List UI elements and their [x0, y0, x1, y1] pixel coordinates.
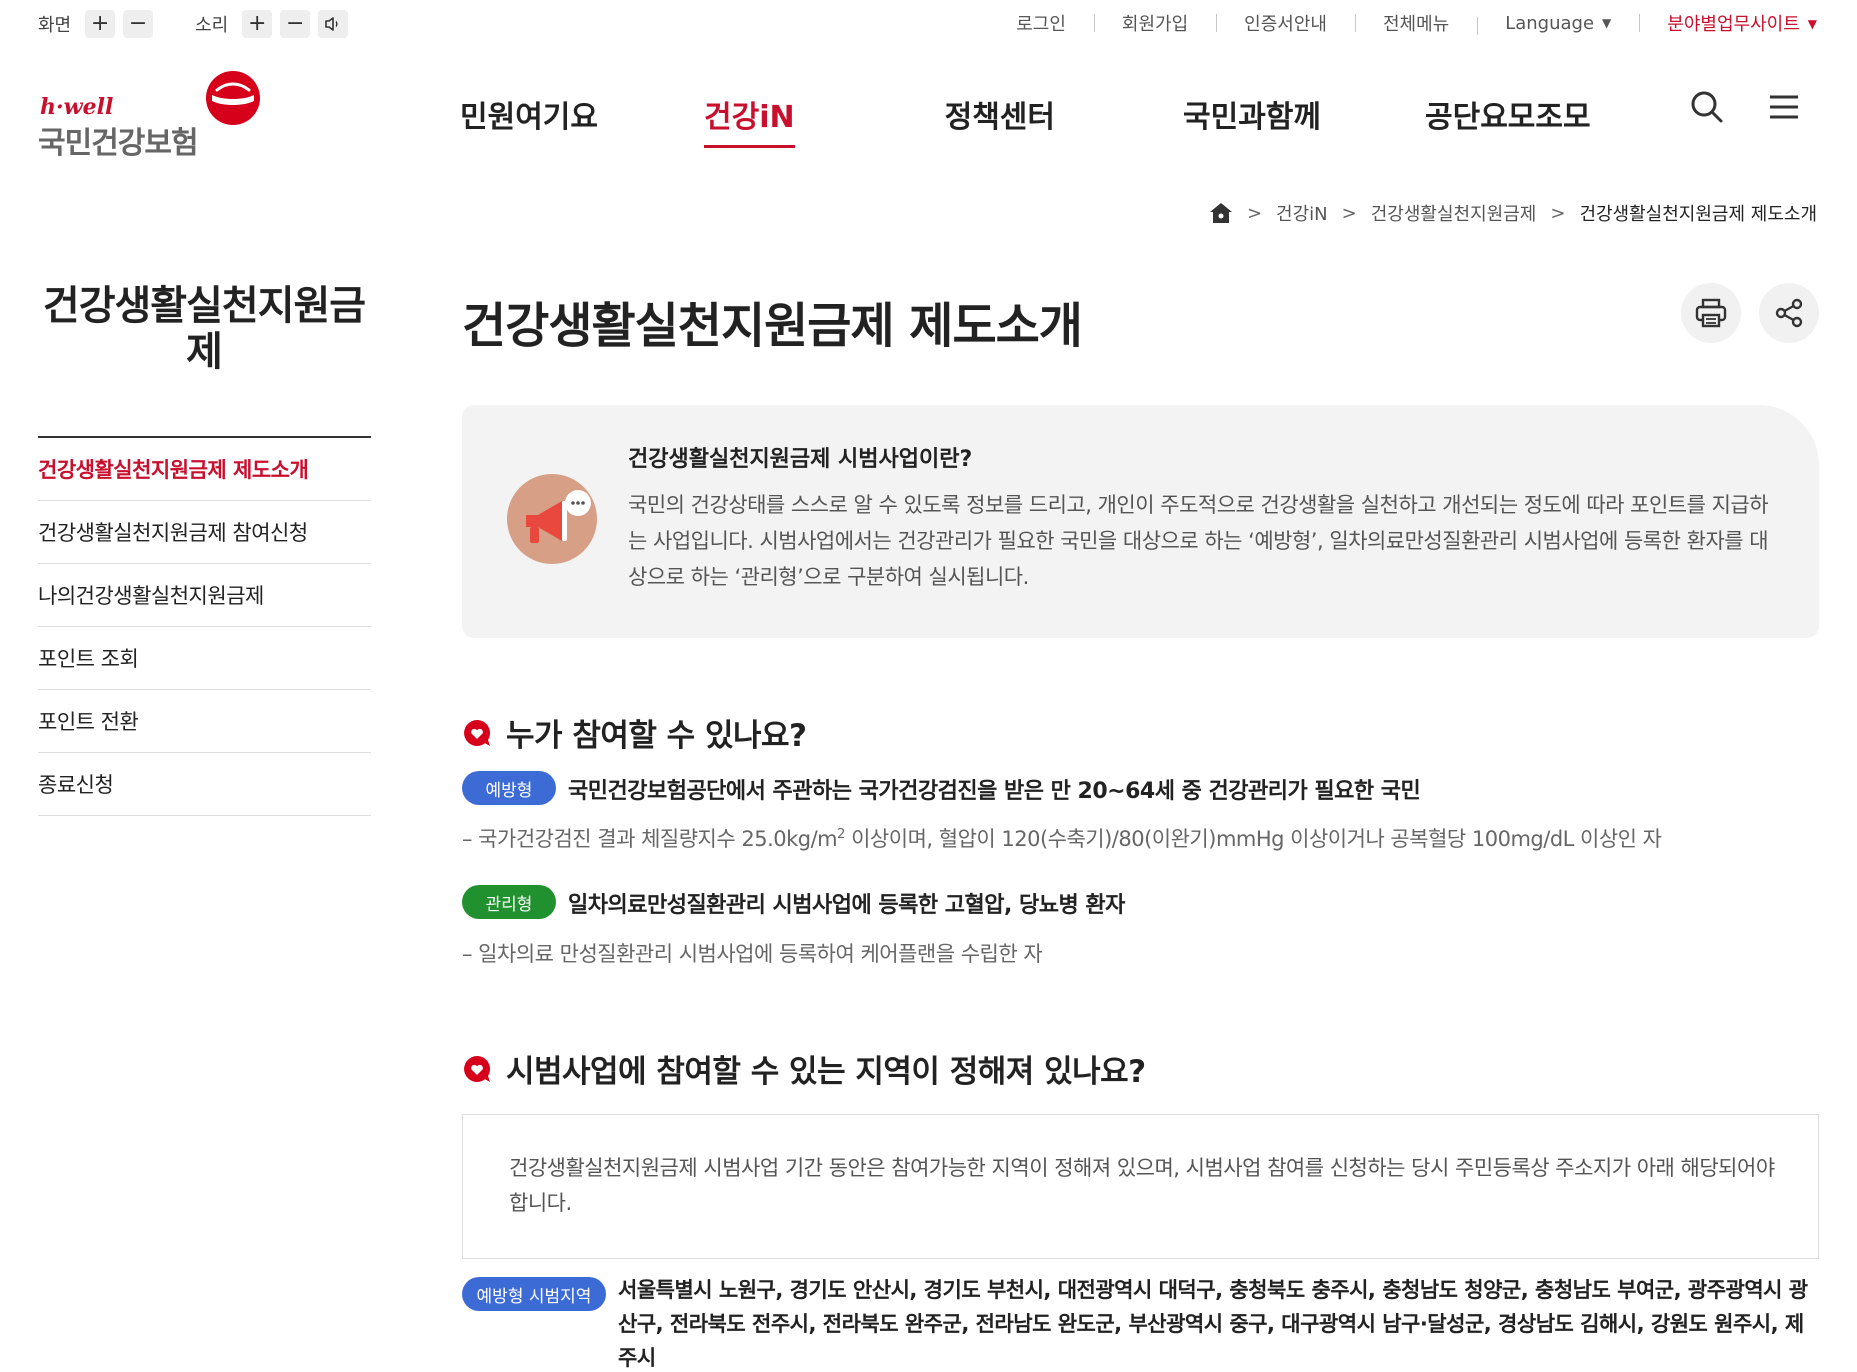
- breadcrumb: > 건강iN > 건강생활실천지원금제 > 건강생활실천지원금제 제도소개: [1209, 200, 1817, 226]
- sound-label: 소리: [195, 15, 229, 36]
- gnb-health-in[interactable]: 건강iN: [704, 92, 795, 148]
- intro-title: 건강생활실천지원금제 시범사업이란?: [628, 447, 973, 472]
- badge-prevention-type: 예방형: [462, 771, 556, 805]
- sitemap-link[interactable]: 전체메뉴: [1354, 10, 1477, 36]
- screen-zoom-group: 화면 + −: [38, 10, 161, 38]
- speech-heart-icon: [464, 719, 491, 746]
- prevention-type-heading: 국민건강보험공단에서 주관하는 국가건강검진을 받은 만 20~64세 중 건강…: [568, 779, 1421, 804]
- nhis-logo[interactable]: h·well 국민건강보험: [38, 68, 268, 161]
- screen-zoom-out-button[interactable]: −: [123, 10, 154, 38]
- signup-link[interactable]: 회원가입: [1093, 10, 1216, 36]
- page-title: 건강생활실천지원금제 제도소개: [462, 298, 1083, 354]
- prevention-type-description: – 국가건강검진 결과 체질량지수 25.0kg/m2 이상이며, 혈압이 12…: [462, 823, 1662, 853]
- sidebar-item-point-conversion[interactable]: 포인트 전환: [38, 690, 371, 753]
- certificate-guide-link[interactable]: 인증서안내: [1216, 10, 1355, 36]
- logo-title: 국민건강보험: [38, 126, 199, 161]
- section-title-eligibility: 누가 참여할 수 있나요?: [462, 710, 807, 755]
- prevention-desc-superscript: 2: [837, 827, 845, 842]
- global-nav: 민원여기요 건강iN 정책센터 국민과함께 공단요모조모: [460, 92, 1591, 148]
- sidebar-item-my-program[interactable]: 나의건강생활실천지원금제: [38, 564, 371, 627]
- section-title-regions: 시범사업에 참여할 수 있는 지역이 정해져 있나요?: [462, 1046, 1146, 1091]
- prevention-desc-part-a: – 국가건강검진 결과 체질량지수 25.0kg/m: [462, 827, 838, 851]
- management-type-description: – 일차의료 만성질환관리 시범사업에 등록하여 케어플랜을 수립한 자: [462, 942, 1043, 966]
- sidebar-title: 건강생활실천지원금제: [42, 283, 366, 375]
- screen-zoom-in-button[interactable]: +: [85, 10, 116, 38]
- breadcrumb-current: 건강생활실천지원금제 제도소개: [1579, 204, 1817, 225]
- field-sites-dropdown[interactable]: 분야별업무사이트 ▼: [1639, 10, 1817, 36]
- header: h·well 국민건강보험 민원여기요 건강iN 정책센터 국민과함께 공단요모…: [0, 44, 1857, 174]
- badge-management-type: 관리형: [462, 885, 556, 919]
- breadcrumb-separator: >: [1246, 202, 1263, 224]
- region-notice-box: 건강생활실천지원금제 시범사업 기간 동안은 참여가능한 지역이 정해져 있으며…: [462, 1114, 1819, 1259]
- sound-group: 소리 + −: [195, 10, 356, 38]
- search-icon[interactable]: [1690, 90, 1724, 124]
- management-type-heading: 일차의료만성질환관리 시범사업에 등록한 고혈압, 당뇨병 환자: [568, 893, 1125, 918]
- gnb-about-nhis[interactable]: 공단요모조모: [1425, 92, 1591, 136]
- screen-label: 화면: [38, 15, 72, 36]
- speech-heart-icon: [464, 1055, 491, 1082]
- login-link[interactable]: 로그인: [988, 10, 1094, 36]
- sidebar-item-point-inquiry[interactable]: 포인트 조회: [38, 627, 371, 690]
- prevention-region-list: 서울특별시 노원구, 경기도 안산시, 경기도 부천시, 대전광역시 대덕구, …: [618, 1278, 1808, 1370]
- section-title-text: 시범사업에 참여할 수 있는 지역이 정해져 있나요?: [506, 1054, 1146, 1090]
- megaphone-icon: [507, 474, 597, 564]
- caret-down-icon: ▼: [1807, 17, 1817, 31]
- language-dropdown[interactable]: Language ▼: [1477, 12, 1639, 35]
- language-label: Language: [1505, 12, 1595, 34]
- badge-prevention-region: 예방형 시범지역: [462, 1277, 606, 1311]
- share-icon: [1775, 298, 1803, 328]
- intro-text: 국민의 건강상태를 스스로 알 수 있도록 정보를 드리고, 개인이 주도적으로…: [628, 493, 1769, 589]
- logo-mark-icon: [206, 71, 260, 125]
- utility-links: 로그인 회원가입 인증서안내 전체메뉴 Language ▼ 분야별업무사이트 ▼: [988, 10, 1817, 36]
- logo-subtitle: h·well: [40, 94, 114, 120]
- speaker-icon: [325, 17, 338, 31]
- gnb-with-public[interactable]: 국민과함께: [1183, 92, 1321, 136]
- gnb-policy-center[interactable]: 정책센터: [945, 92, 1055, 136]
- sound-up-button[interactable]: +: [242, 10, 273, 38]
- region-notice-text: 건강생활실천지원금제 시범사업 기간 동안은 참여가능한 지역이 정해져 있으며…: [509, 1156, 1775, 1215]
- speaker-button[interactable]: [318, 10, 349, 38]
- gnb-civil-service[interactable]: 민원여기요: [460, 92, 598, 136]
- home-icon[interactable]: [1209, 202, 1233, 224]
- accessibility-controls: 화면 + − 소리 + −: [38, 10, 390, 38]
- breadcrumb-health-in[interactable]: 건강iN: [1276, 200, 1328, 226]
- print-button[interactable]: [1681, 283, 1741, 343]
- breadcrumb-program[interactable]: 건강생활실천지원금제: [1371, 200, 1537, 226]
- caret-down-icon: ▼: [1602, 15, 1612, 30]
- intro-box: 건강생활실천지원금제 시범사업이란? 국민의 건강상태를 스스로 알 수 있도록…: [462, 405, 1819, 638]
- field-sites-label: 분야별업무사이트: [1667, 14, 1800, 35]
- sidebar-item-termination[interactable]: 종료신청: [38, 753, 371, 816]
- breadcrumb-separator: >: [1550, 202, 1566, 224]
- sound-down-button[interactable]: −: [280, 10, 311, 38]
- sidebar-nav: 건강생활실천지원금제 제도소개 건강생활실천지원금제 참여신청 나의건강생활실천…: [38, 436, 371, 816]
- section-title-text: 누가 참여할 수 있나요?: [506, 718, 807, 754]
- sidebar-item-introduction[interactable]: 건강생활실천지원금제 제도소개: [38, 438, 371, 501]
- utility-bar: 화면 + − 소리 + − 로그인 회원가입 인증서안내 전체메뉴 Langua…: [0, 0, 1857, 44]
- prevention-desc-part-b: 이상이며, 혈압이 120(수축기)/80(이완기)mmHg 이상이거나 공복혈…: [844, 827, 1662, 851]
- menu-icon[interactable]: [1768, 90, 1800, 124]
- print-icon: [1695, 298, 1727, 328]
- breadcrumb-separator: >: [1341, 202, 1357, 224]
- share-button[interactable]: [1759, 283, 1819, 343]
- sidebar-item-apply[interactable]: 건강생활실천지원금제 참여신청: [38, 501, 371, 564]
